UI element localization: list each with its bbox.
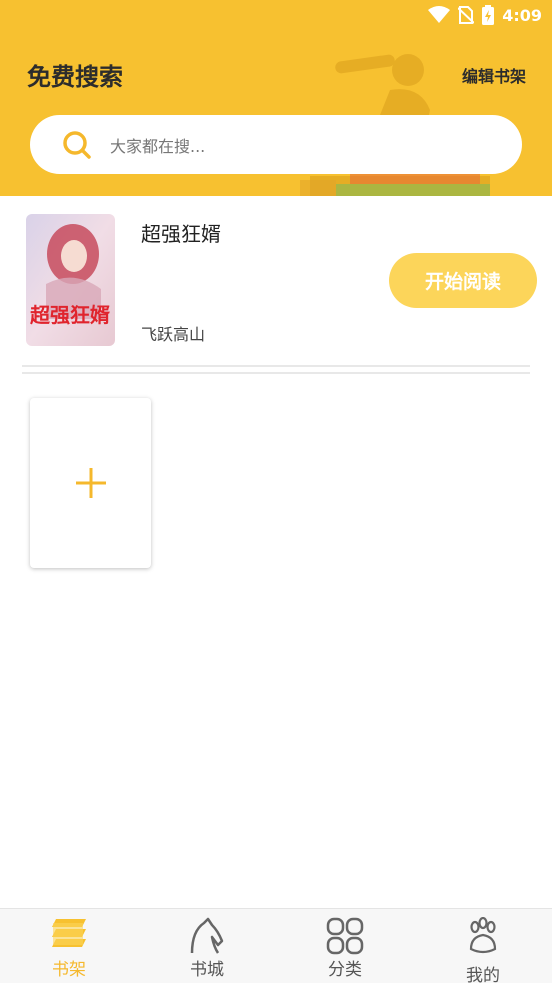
- horse-icon: [190, 917, 224, 954]
- nav-label: 书架: [52, 960, 86, 980]
- start-reading-button[interactable]: 开始阅读: [389, 253, 537, 308]
- book-author: 飞跃高山: [141, 325, 206, 344]
- book-item[interactable]: 超强狂婿 超强狂婿 飞跃高山 开始阅读: [0, 206, 552, 356]
- add-book-button[interactable]: [30, 398, 151, 568]
- edit-shelf-button[interactable]: 编辑书架: [462, 63, 526, 87]
- book-cover[interactable]: 超强狂婿: [26, 214, 115, 346]
- bottom-nav: 书架 书城 分类 我的: [0, 908, 552, 986]
- nav-bookstore[interactable]: 书城: [138, 909, 276, 984]
- header: 4:09 免费搜索 编辑书架 大家都在搜...: [0, 0, 552, 196]
- category-grid-icon: [326, 917, 364, 955]
- plus-icon: [75, 468, 106, 498]
- nav-mine[interactable]: 我的: [414, 909, 552, 986]
- no-sim-icon: [458, 6, 475, 24]
- nav-label: 书城: [190, 960, 224, 980]
- bookshelf-icon: [52, 919, 86, 947]
- search-input[interactable]: 大家都在搜...: [30, 115, 522, 174]
- search-icon: [63, 130, 91, 159]
- battery-icon: [482, 5, 495, 25]
- cover-title-art: 超强狂婿: [29, 303, 110, 327]
- nav-bookshelf[interactable]: 书架: [0, 909, 138, 984]
- nav-category[interactable]: 分类: [276, 909, 414, 984]
- book-title[interactable]: 超强狂婿: [141, 218, 221, 247]
- status-bar: 4:09: [428, 4, 542, 26]
- divider: [22, 365, 530, 374]
- nav-label: 我的: [466, 966, 500, 986]
- page-title: 免费搜索: [27, 63, 123, 91]
- status-time: 4:09: [502, 5, 542, 25]
- nav-label: 分类: [328, 960, 362, 980]
- wifi-icon: [428, 6, 451, 24]
- paw-icon: [469, 917, 497, 954]
- search-placeholder: 大家都在搜...: [110, 136, 206, 156]
